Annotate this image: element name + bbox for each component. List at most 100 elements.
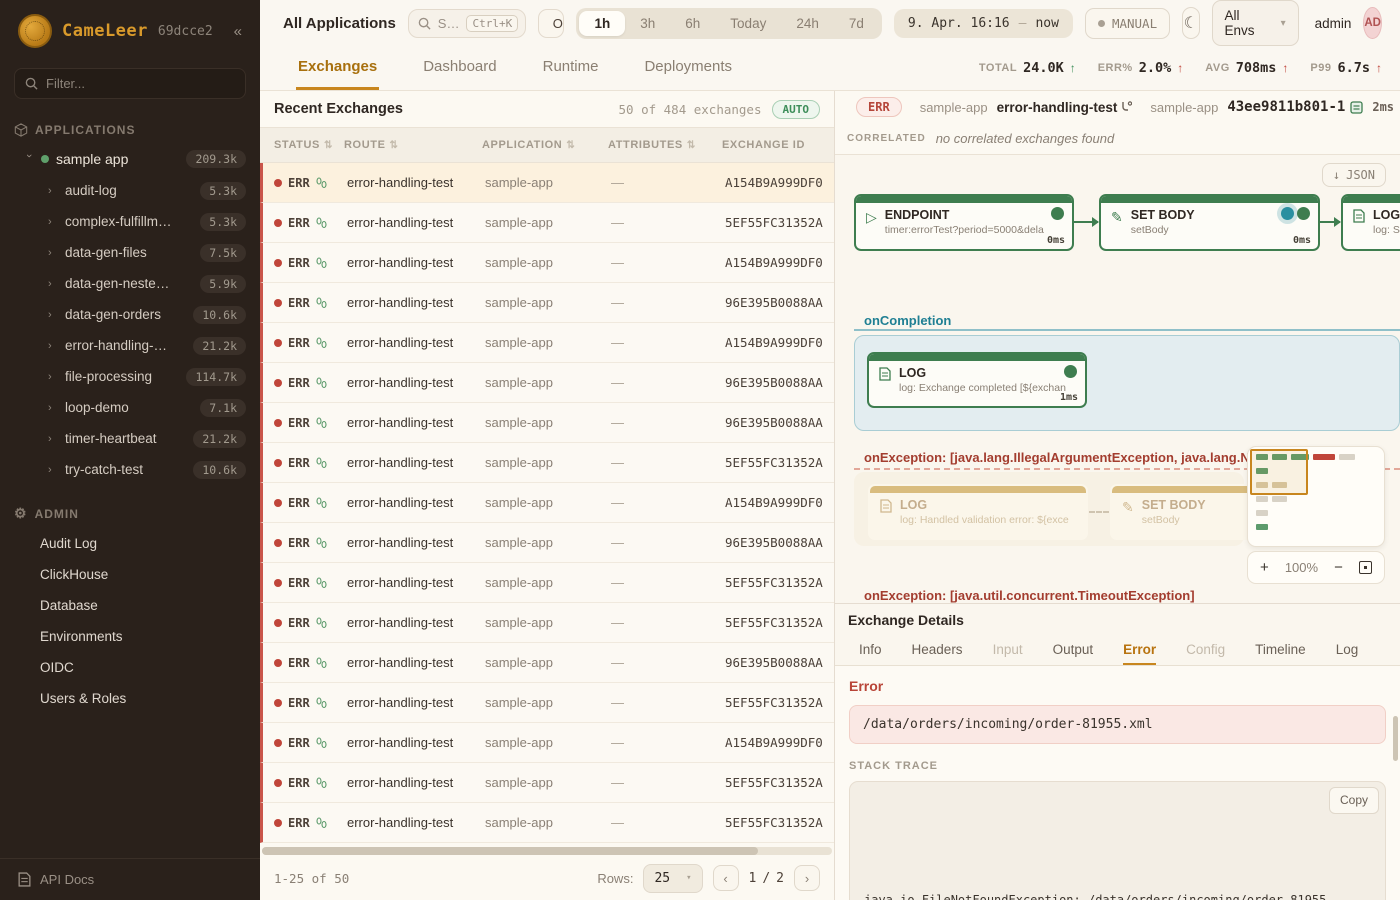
table-row[interactable]: ERR error-handling-test sample-app — A15… [260,723,834,763]
exchange-duration: 2ms [1372,100,1394,114]
details-tab[interactable]: Headers [912,636,963,665]
prev-page-button[interactable]: ‹ [713,865,739,891]
sidebar-route-item[interactable]: › data-gen-orders 10.6k [0,299,260,330]
global-search[interactable]: S… Ctrl+K [408,9,526,38]
manual-refresh-button[interactable]: MANUAL [1085,8,1170,39]
details-tab[interactable]: Error [1123,636,1156,665]
flow-node-endpoint[interactable]: ▷ ENDPOINT timer:errorTest?period=5000&d… [854,194,1074,251]
route-name: data-gen-files [65,245,147,260]
minimap-viewport[interactable] [1250,449,1308,495]
sidebar-route-item[interactable]: › error-handling-… 21.2k [0,330,260,361]
avatar[interactable]: AD [1363,7,1382,39]
route-flow-canvas[interactable]: ↓ JSON ▷ ENDPOINT timer:errorTest?period… [835,155,1400,604]
admin-menu-item[interactable]: OIDC [0,652,260,683]
table-row[interactable]: ERR error-handling-test sample-app — 96E… [260,283,834,323]
table-row[interactable]: ERR error-handling-test sample-app — 96E… [260,403,834,443]
filter-input[interactable] [46,76,235,91]
sidebar-route-item[interactable]: › audit-log 5.3k [0,175,260,206]
stacktrace-block[interactable]: Copy java.io.FileNotFoundException: /dat… [849,781,1386,900]
scrollbar-thumb[interactable] [262,847,758,855]
table-row[interactable]: ERR error-handling-test sample-app — 5EF… [260,203,834,243]
row-exchange-id: 5EF55FC31352A [725,575,834,590]
flow-node-log[interactable]: LOG log: Sta [1341,194,1400,251]
flow-node-completion-log[interactable]: LOG log: Exchange completed [${exchan 1m… [867,352,1087,408]
time-range-option[interactable]: 24h [781,11,834,36]
copy-button[interactable]: Copy [1329,787,1379,814]
time-range-option[interactable]: 7d [834,11,879,36]
time-range-option[interactable]: 1h [579,11,625,36]
details-tab[interactable]: Config [1186,636,1225,665]
nav-tab[interactable]: Dashboard [421,46,498,90]
auto-refresh-badge[interactable]: AUTO [772,100,821,119]
table-row[interactable]: ERR error-handling-test sample-app — 96E… [260,523,834,563]
online-status-badge[interactable]: O [538,9,565,38]
sidebar-route-item[interactable]: › file-processing 114.7k [0,361,260,392]
rows-per-page-select[interactable]: 25 ▾ [643,864,702,893]
column-attributes[interactable]: ATTRIBUTES⇅ [608,139,722,151]
sidebar-route-item[interactable]: › data-gen-files 7.5k [0,237,260,268]
env-select[interactable]: All Envs ▾ [1212,0,1299,46]
admin-menu-item[interactable]: Users & Roles [0,683,260,714]
sidebar-filter[interactable] [14,68,246,99]
sidebar-route-item[interactable]: › timer-heartbeat 21.2k [0,423,260,454]
table-row[interactable]: ERR error-handling-test sample-app — A15… [260,243,834,283]
sidebar-route-item[interactable]: › complex-fulfillm… 5.3k [0,206,260,237]
flow-minimap[interactable] [1247,446,1385,547]
row-exchange-id: 96E395B0088AA [725,415,834,430]
zoom-out-button[interactable]: − [1334,559,1343,576]
table-row[interactable]: ERR error-handling-test sample-app — 96E… [260,643,834,683]
sidebar-item-sample-app[interactable]: › sample app 209.3k [0,143,260,175]
table-row[interactable]: ERR error-handling-test sample-app — 5EF… [260,763,834,803]
detail-route[interactable]: error-handling-test [997,100,1133,115]
collapse-sidebar-icon[interactable]: « [230,21,246,42]
sidebar-route-item[interactable]: › loop-demo 7.1k [0,392,260,423]
column-status[interactable]: STATUS⇅ [260,139,344,151]
next-page-button[interactable]: › [794,865,820,891]
table-row[interactable]: ERR error-handling-test sample-app — A15… [260,483,834,523]
column-exchange-id[interactable]: EXCHANGE ID [722,139,834,151]
search-icon [418,17,431,30]
table-row[interactable]: ERR error-handling-test sample-app — 5EF… [260,443,834,483]
column-application[interactable]: APPLICATION⇅ [482,139,608,151]
table-row[interactable]: ERR error-handling-test sample-app — 5EF… [260,803,834,843]
time-range-option[interactable]: 3h [625,11,670,36]
table-row[interactable]: ERR error-handling-test sample-app — 5EF… [260,603,834,643]
details-tab[interactable]: Input [993,636,1023,665]
download-json-button[interactable]: ↓ JSON [1322,163,1386,187]
stat-label: AVG [1205,62,1230,74]
flow-node-exc-log[interactable]: LOG log: Handled validation error: ${exc… [868,484,1088,540]
flow-node-set-body[interactable]: ✎ SET BODY setBody 0ms [1099,194,1320,251]
details-tab[interactable]: Log [1336,636,1359,665]
date-range-picker[interactable]: 9. Apr. 16:16 – now [894,9,1073,38]
nav-tab[interactable]: Runtime [541,46,601,90]
node-title: LOG [900,498,1069,514]
api-docs-link[interactable]: API Docs [0,858,260,900]
nav-tab[interactable]: Deployments [642,46,734,90]
sidebar-route-item[interactable]: › try-catch-test 10.6k [0,454,260,485]
table-row[interactable]: ERR error-handling-test sample-app — 96E… [260,363,834,403]
time-range-option[interactable]: Today [715,11,781,36]
exchange-id[interactable]: 43ee9811b801-1 [1227,99,1363,115]
details-tab[interactable]: Output [1053,636,1094,665]
vertical-scrollbar[interactable] [1393,716,1398,761]
zoom-in-button[interactable]: + [1260,559,1269,576]
row-route: error-handling-test [347,615,485,630]
admin-menu-item[interactable]: Audit Log [0,528,260,559]
nav-tab[interactable]: Exchanges [296,46,379,90]
details-tab[interactable]: Timeline [1255,636,1306,665]
table-row[interactable]: ERR error-handling-test sample-app — 5EF… [260,683,834,723]
details-tab[interactable]: Info [859,636,882,665]
horizontal-scrollbar[interactable] [262,847,832,855]
admin-menu-item[interactable]: ClickHouse [0,559,260,590]
dark-mode-toggle[interactable]: ☾ [1182,7,1199,39]
column-route[interactable]: ROUTE⇅ [344,139,482,151]
admin-menu-item[interactable]: Database [0,590,260,621]
time-range-option[interactable]: 6h [670,11,715,36]
flow-arrow [1320,221,1340,223]
table-row[interactable]: ERR error-handling-test sample-app — A15… [260,323,834,363]
table-row[interactable]: ERR error-handling-test sample-app — A15… [260,163,834,203]
admin-menu-item[interactable]: Environments [0,621,260,652]
fit-view-button[interactable] [1359,561,1372,574]
table-row[interactable]: ERR error-handling-test sample-app — 5EF… [260,563,834,603]
sidebar-route-item[interactable]: › data-gen-neste… 5.9k [0,268,260,299]
